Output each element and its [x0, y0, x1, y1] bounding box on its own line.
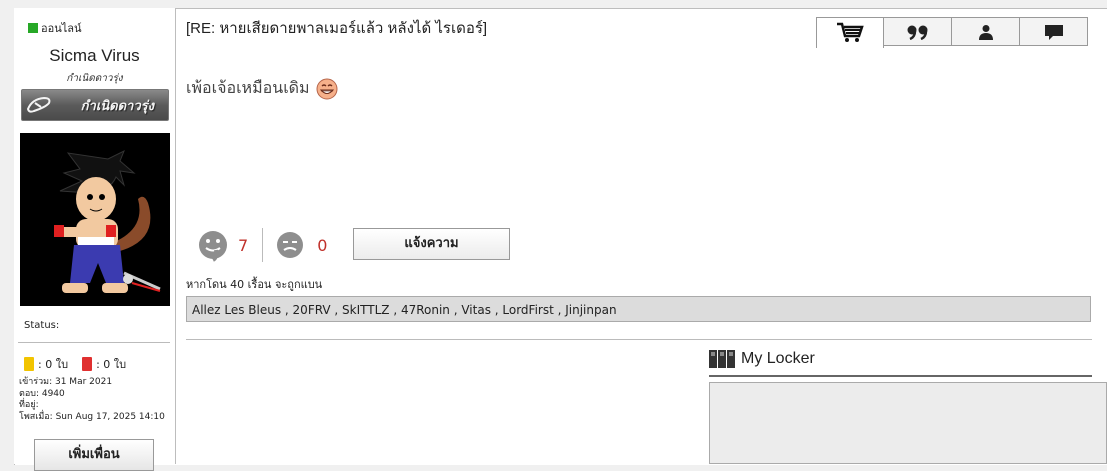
grin-smiley-icon — [316, 78, 338, 99]
locker-icon — [709, 350, 735, 368]
red-card-count: : 0 ใบ — [96, 358, 127, 371]
vote-divider — [262, 228, 264, 262]
locker-title: My Locker — [709, 350, 815, 368]
user-rank-title: กำเนิดดาวรุ่ง — [66, 73, 123, 84]
like-face-icon[interactable] — [196, 228, 230, 262]
cart-button[interactable] — [816, 17, 884, 48]
user-sidebar: ออนไลน์ Sicma Virus กำเนิดดาวรุ่ง กำเนิด… — [14, 8, 179, 471]
yellow-card-count: : 0 ใบ — [38, 358, 69, 371]
add-friend-button[interactable]: เพิ่มเพื่อน — [34, 439, 154, 471]
quote-button[interactable] — [884, 17, 952, 46]
like-count: 7 — [238, 235, 249, 255]
user-meta: เข้าร่วม: 31 Mar 2021 ตอบ: 4940 ที่อยู่:… — [19, 377, 179, 423]
likers-list: Allez Les Bleus , 20FRV , SkITTLZ , 47Ro… — [186, 296, 1091, 322]
avatar[interactable] — [20, 133, 170, 306]
message-button[interactable] — [1020, 17, 1088, 46]
posted-time: โพสเมื่อ: Sun Aug 17, 2025 14:10 — [19, 411, 165, 422]
dislike-count: 0 — [317, 235, 328, 255]
profile-button[interactable] — [952, 17, 1020, 46]
locker-underline — [709, 375, 1092, 377]
cart-icon — [837, 22, 864, 42]
ban-notice: หากโดน 40 เรื้อน จะถูกแบน — [186, 278, 323, 291]
post-toolbar — [816, 17, 1088, 48]
locker-content — [709, 382, 1107, 464]
divider — [186, 339, 1092, 340]
reply-count: ตอบ: 4940 — [19, 388, 65, 399]
online-status: ออนไลน์ — [28, 19, 82, 37]
status-label: Status: — [24, 320, 60, 331]
online-label: ออนไลน์ — [41, 22, 82, 35]
vote-panel: 7 0 — [196, 228, 327, 262]
rank-badge-label: กำเนิดดาวรุ่ง — [80, 99, 154, 114]
rank-badge: กำเนิดดาวรุ่ง — [21, 89, 169, 121]
avatar-image — [20, 133, 170, 306]
report-button[interactable]: แจ้งความ — [353, 228, 510, 260]
post-title: [RE: หายเสียดายพาลเมอร์แล้ว หลังได้ ไรเด… — [186, 20, 488, 37]
joined-date: เข้าร่วม: 31 Mar 2021 — [19, 377, 113, 387]
locker-title-text: My Locker — [741, 350, 815, 367]
divider — [18, 342, 170, 343]
card-counts: : 0 ใบ : 0 ใบ — [24, 355, 126, 373]
quote-icon — [907, 25, 927, 40]
dislike-face-icon[interactable] — [275, 230, 305, 260]
online-indicator-icon — [28, 23, 38, 33]
location: ที่อยู่: — [19, 400, 39, 410]
yellow-card-icon — [24, 357, 34, 371]
post-message-text: เพ้อเจ้อเหมือนเดิม — [186, 80, 310, 97]
username[interactable]: Sicma Virus — [14, 46, 175, 66]
comment-icon — [1044, 24, 1063, 40]
post-message: เพ้อเจ้อเหมือนเดิม — [186, 76, 338, 101]
user-icon — [978, 24, 993, 40]
red-card-icon — [82, 357, 93, 371]
sandal-icon — [26, 96, 51, 113]
